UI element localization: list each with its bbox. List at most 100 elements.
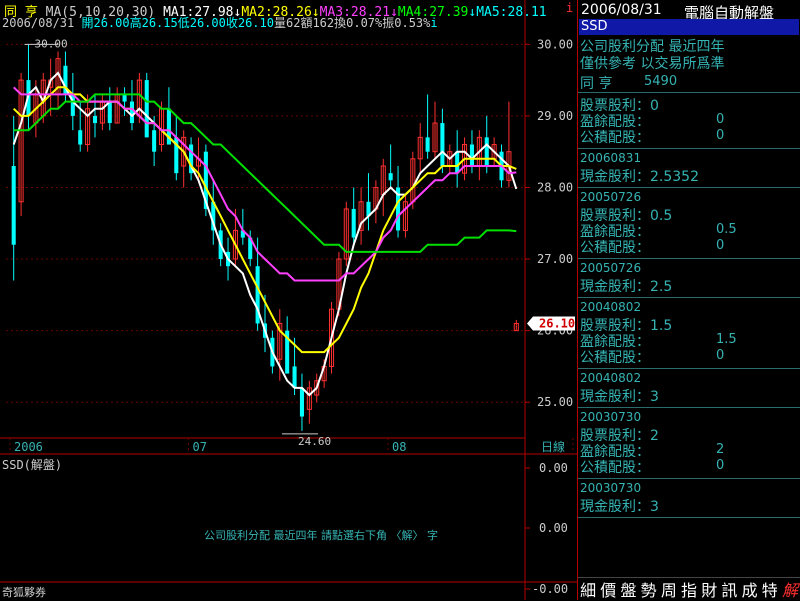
capital-reserve-value: 0 — [716, 238, 724, 253]
panel-tab-4[interactable]: 周 — [659, 577, 679, 601]
capital-reserve-label: 公積配股： — [580, 127, 650, 147]
panel-stock-name: 同 亨 — [580, 73, 612, 93]
panel-stock-code: 5490 — [644, 74, 677, 89]
last-price-label: 26.10 — [539, 316, 575, 330]
price-chart[interactable]: 30.0029.0028.0027.0026.0025.002006070809… — [0, 0, 577, 600]
dividend-list[interactable]: 公司股利分配 最近四年僅供參考 以交易所爲準同 亨5490股票股利：0盈餘配股：… — [578, 36, 800, 576]
turnover: 換0.07% — [334, 16, 382, 30]
panel-separator — [578, 187, 800, 188]
candle-body — [293, 366, 297, 387]
sub-y-tick-label: 0.00 — [539, 521, 568, 535]
capital-reserve-value: 0 — [716, 348, 724, 363]
panel-tab-2[interactable]: 盤 — [618, 577, 638, 601]
candle-body — [12, 166, 16, 245]
y-tick-label: 25.00 — [537, 395, 573, 409]
dividend-date: 20040802 — [580, 371, 641, 385]
dividend-date: 20040802 — [580, 300, 641, 314]
candle-body — [485, 137, 489, 166]
amount: 額162 — [300, 16, 334, 30]
panel-tab-9[interactable]: 特 — [760, 577, 780, 601]
volume: 量62 — [274, 16, 300, 30]
down-arrow-icon: ↓ — [468, 5, 476, 20]
panel-tab-3[interactable]: 勢 — [639, 577, 659, 601]
candle-body — [389, 173, 393, 180]
candle-body — [455, 152, 459, 173]
candle-body — [123, 94, 127, 101]
panel-separator — [578, 148, 800, 149]
panel-tab-0[interactable]: 細 — [578, 577, 598, 601]
candle-body — [426, 137, 430, 151]
dividend-date: 20030730 — [580, 481, 641, 495]
x-tick-label: 2006 — [14, 440, 43, 454]
panel-separator — [578, 407, 800, 408]
sub-chart-message: 公司股利分配 最近四年 請點選右下角 〈解〉 字 — [204, 527, 438, 543]
panel-tab-5[interactable]: 指 — [679, 577, 699, 601]
y-tick-label: 30.00 — [537, 37, 573, 51]
panel-tab-1[interactable]: 價 — [598, 577, 618, 601]
panel-separator — [578, 297, 800, 298]
sub-chart-title: SSD(解盤) — [2, 456, 62, 473]
candle-body — [145, 80, 149, 137]
earnings-allocation-value: 1.5 — [716, 332, 737, 347]
candle-body — [93, 116, 97, 123]
panel-tab-bar: 細價盤勢周指財訊成特解 — [578, 577, 800, 600]
earnings-allocation-value: 0.5 — [716, 222, 737, 237]
low-price: 低26.00 — [178, 16, 226, 30]
top-marker: i — [566, 1, 576, 13]
cash-dividend: 現金股利：2.5352 — [580, 166, 699, 186]
period-label: 日線 — [541, 439, 565, 454]
candle-body — [152, 130, 156, 151]
low-label: 24.60 — [298, 435, 331, 448]
dividend-date: 20060831 — [580, 151, 641, 165]
dividend-date: 20050726 — [580, 190, 641, 204]
x-tick-label: 08 — [392, 440, 406, 454]
capital-reserve-label: 公積配股： — [580, 457, 650, 477]
x-tick-label: 07 — [192, 440, 206, 454]
earnings-allocation-value: 0 — [716, 112, 724, 127]
quote-date: 2006/08/31 — [2, 16, 74, 30]
panel-separator — [578, 258, 800, 259]
close-price: 收26.10 — [226, 16, 274, 30]
y-tick-label: 28.00 — [537, 180, 573, 194]
y-tick-label: 27.00 — [537, 252, 573, 266]
panel-separator — [578, 517, 800, 518]
high-label: 30.00 — [34, 37, 67, 50]
candle-body — [108, 102, 112, 123]
ma-line-ma4 — [14, 94, 517, 252]
candle-body — [78, 130, 82, 144]
brand-label: 奇狐夥券 — [2, 584, 46, 600]
panel-tab-7[interactable]: 訊 — [719, 577, 739, 601]
dividend-date: 20030730 — [580, 410, 641, 424]
header-row-2: 2006/08/31 開26.00高26.15低26.00收26.10量62額1… — [2, 14, 438, 31]
panel-separator — [578, 92, 800, 93]
candle-body — [300, 388, 304, 417]
cash-dividend: 現金股利：2.5 — [580, 276, 672, 296]
panel-separator — [578, 478, 800, 479]
earnings-allocation-value: 2 — [716, 442, 724, 457]
capital-reserve-value: 0 — [716, 128, 724, 143]
panel-tab-10[interactable]: 解 — [780, 577, 800, 601]
panel-heading-2: 僅供參考 以交易所爲準 — [580, 53, 724, 73]
capital-reserve-value: 0 — [716, 458, 724, 473]
cash-dividend: 現金股利：3 — [580, 496, 659, 516]
high-price: 高26.15 — [130, 16, 178, 30]
sub-y-tick-label: 0.00 — [539, 461, 568, 475]
panel-tab-8[interactable]: 成 — [740, 577, 760, 601]
capital-reserve-label: 公積配股： — [580, 237, 650, 257]
capital-reserve-label: 公積配股： — [580, 347, 650, 367]
ma-line-ma3 — [14, 87, 517, 280]
panel-stock-bar[interactable]: SSD — [579, 19, 799, 35]
analysis-panel: 2006/08/31 電腦自動解盤 SSD 公司股利分配 最近四年僅供參考 以交… — [577, 0, 800, 600]
sub-y-tick-label: -0.00 — [532, 582, 568, 596]
open-price: 開26.00 — [81, 16, 129, 30]
header-trailing: i — [430, 16, 437, 30]
candle-body — [470, 145, 474, 166]
panel-tab-6[interactable]: 財 — [699, 577, 719, 601]
y-tick-label: 29.00 — [537, 109, 573, 123]
panel-separator — [578, 368, 800, 369]
cash-dividend: 現金股利：3 — [580, 386, 659, 406]
candle-body — [352, 209, 356, 238]
candle-body — [440, 123, 444, 166]
panel-date: 2006/08/31 — [581, 2, 662, 18]
ma5-value: MA5:28.11 — [476, 5, 546, 20]
